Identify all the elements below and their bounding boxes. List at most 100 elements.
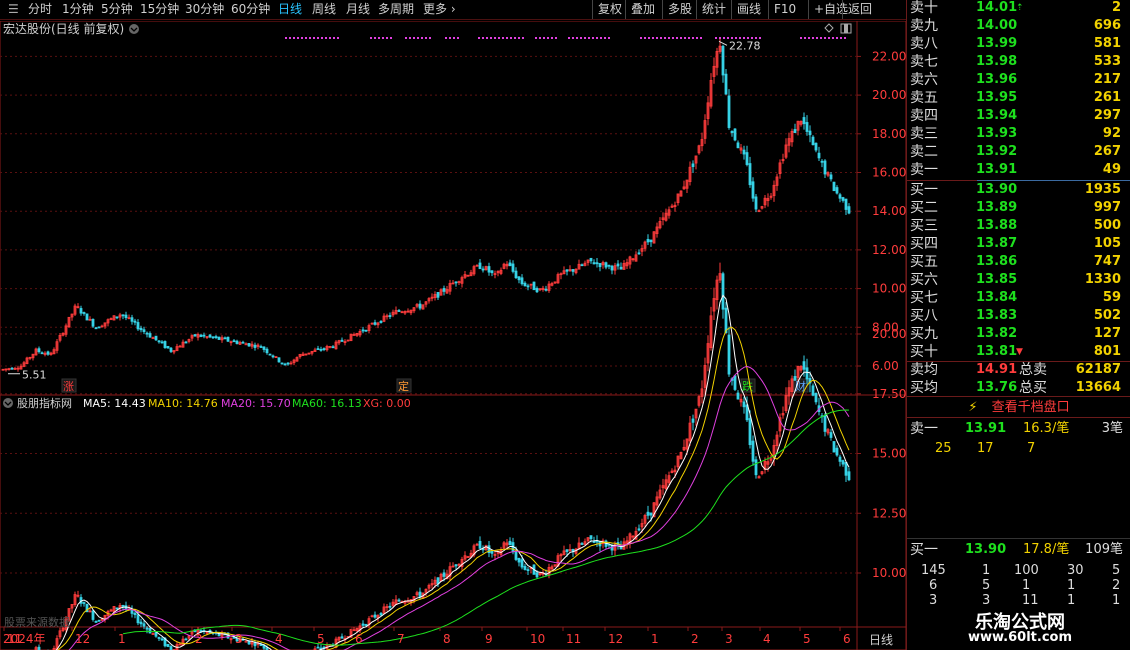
view-order-queue-button[interactable]: ⚡ 查看千档盘口 bbox=[907, 396, 1130, 418]
bid-level-2[interactable]: 买二 13.89 997 bbox=[907, 199, 1130, 217]
candle-body bbox=[331, 346, 335, 349]
date-label: 6 bbox=[843, 632, 851, 646]
ask-level-7[interactable]: 卖四 13.94 297 bbox=[907, 107, 1130, 125]
bid-level-3[interactable]: 买三 13.88 500 bbox=[907, 217, 1130, 235]
signal-dot bbox=[824, 37, 826, 39]
candle-body bbox=[85, 313, 89, 321]
bid-level-10[interactable]: 买十 13.81 801 ▼ bbox=[907, 343, 1130, 361]
ask-level-3[interactable]: 卖八 13.99 581 bbox=[907, 35, 1130, 53]
ind-candle-body bbox=[847, 471, 851, 481]
bid-level-9[interactable]: 买九 13.82 127 bbox=[907, 325, 1130, 343]
period-tab-3[interactable]: 15分钟 bbox=[140, 0, 179, 19]
ind-candle-body bbox=[580, 543, 584, 545]
candle-body bbox=[142, 329, 146, 333]
period-tab-5[interactable]: 60分钟 bbox=[231, 0, 270, 19]
signal-dot bbox=[692, 37, 694, 39]
ask-level-8[interactable]: 卖三 13.93 92 bbox=[907, 125, 1130, 143]
toolbar-button-1[interactable]: 叠加 bbox=[625, 0, 655, 19]
price-tick: 14.00 bbox=[872, 204, 906, 218]
period-tab-7[interactable]: 周线 bbox=[312, 0, 336, 19]
toolbar-button-3[interactable]: 统计 bbox=[696, 0, 726, 19]
date-label: 1 bbox=[118, 632, 126, 646]
ask-level-6[interactable]: 卖五 13.95 261 bbox=[907, 89, 1130, 107]
toolbar-button-4[interactable]: 画线 bbox=[731, 0, 761, 19]
signal-dot bbox=[551, 37, 553, 39]
bid-level-4[interactable]: 买四 13.87 105 bbox=[907, 235, 1130, 253]
ind-candle-body bbox=[97, 619, 101, 622]
ask-price: 13.93 bbox=[976, 126, 1018, 141]
stock-title[interactable]: 宏达股份(日线 前复权) bbox=[3, 21, 124, 36]
date-label: 10 bbox=[530, 632, 545, 646]
ind-candle-body bbox=[637, 528, 641, 531]
bid-level-6[interactable]: 买六 13.85 1330 bbox=[907, 271, 1130, 289]
period-tab-2[interactable]: 5分钟 bbox=[101, 0, 133, 19]
signal-dot bbox=[688, 37, 690, 39]
candle-body bbox=[754, 196, 758, 210]
candle-body bbox=[121, 314, 125, 317]
candle-body bbox=[46, 351, 50, 355]
ind-candle-body bbox=[139, 621, 143, 625]
candle-body bbox=[166, 345, 170, 349]
ask-level-4[interactable]: 卖七 13.98 533 bbox=[907, 53, 1130, 71]
period-tab-10[interactable]: 更多 › bbox=[423, 0, 456, 19]
candle-body bbox=[124, 314, 128, 319]
signal-dot bbox=[409, 37, 411, 39]
menu-icon[interactable]: ☰ bbox=[8, 0, 19, 19]
title-dropdown-icon[interactable] bbox=[129, 24, 139, 34]
candle-body bbox=[163, 341, 167, 348]
candle-body bbox=[823, 160, 827, 175]
candle-body bbox=[160, 341, 164, 344]
candle-body bbox=[565, 269, 569, 272]
toolbar-button-7[interactable]: 返回 bbox=[842, 0, 872, 19]
ind-candle-body bbox=[169, 646, 173, 650]
signal-dot bbox=[676, 37, 678, 39]
ind-candle-body bbox=[829, 432, 833, 438]
period-tab-9[interactable]: 多周期 bbox=[378, 0, 414, 19]
ma60-line bbox=[122, 409, 850, 646]
candle-body bbox=[361, 329, 365, 332]
ask-level-2[interactable]: 卖九 14.00 696 bbox=[907, 17, 1130, 35]
period-tab-4[interactable]: 30分钟 bbox=[185, 0, 224, 19]
signal-dot bbox=[317, 37, 319, 39]
ind-candle-body bbox=[148, 628, 152, 634]
bid-level-8[interactable]: 买八 13.83 502 bbox=[907, 307, 1130, 325]
candle-body bbox=[589, 257, 593, 262]
site-watermark: 乐淘公式网 www.60lt.com bbox=[910, 604, 1130, 650]
queue-buy1-per: 17.8/笔 bbox=[1023, 542, 1070, 557]
buy-queue-order: 1 bbox=[1067, 578, 1076, 593]
bid-level-1[interactable]: 买一 13.90 1935 bbox=[907, 181, 1130, 199]
window-icon[interactable] bbox=[840, 23, 852, 34]
period-tab-6[interactable]: 日线 bbox=[278, 0, 302, 19]
kline-chart[interactable]: 22.785.51涨定跌财 股朋指标网 MA5: 14.43 MA10: 14.76… bbox=[0, 21, 906, 650]
ask-level-1[interactable]: 卖十 14.01 2 ⇡ bbox=[907, 0, 1130, 17]
right-panel: 卖十 14.01 2 ⇡ 卖九 14.00 696 卖八 13.99 581 卖七 13.98 533 卖… bbox=[906, 0, 1130, 650]
candle-body bbox=[265, 348, 269, 354]
diamond-icon[interactable] bbox=[824, 23, 834, 33]
toolbar-button-5[interactable]: F10 bbox=[768, 0, 796, 19]
date-label: 3 bbox=[235, 632, 243, 646]
indicator-dropdown-icon[interactable] bbox=[3, 398, 13, 408]
ind-candle-body bbox=[82, 602, 86, 604]
toolbar-button-2[interactable]: 多股 bbox=[662, 0, 692, 19]
candle-body bbox=[580, 264, 584, 267]
period-tab-8[interactable]: 月线 bbox=[346, 0, 370, 19]
ask-volume: 267 bbox=[1093, 144, 1121, 159]
signal-dot bbox=[812, 37, 814, 39]
period-tab-1[interactable]: 1分钟 bbox=[62, 0, 94, 19]
bid-level-5[interactable]: 买五 13.86 747 bbox=[907, 253, 1130, 271]
ask-level-5[interactable]: 卖六 13.96 217 bbox=[907, 71, 1130, 89]
candle-body bbox=[253, 344, 257, 348]
ask-level-9[interactable]: 卖二 13.92 267 bbox=[907, 143, 1130, 161]
ask-level-10[interactable]: 卖一 13.91 49 bbox=[907, 161, 1130, 179]
bid-level-7[interactable]: 买七 13.84 59 bbox=[907, 289, 1130, 307]
toolbar-button-0[interactable]: 复权 bbox=[592, 0, 622, 19]
signal-dot bbox=[804, 37, 806, 39]
candle-body bbox=[814, 142, 818, 151]
sell-queue-order: 7 bbox=[1027, 441, 1036, 456]
ind-candle-body bbox=[145, 627, 149, 630]
candle-body bbox=[37, 348, 41, 353]
signal-dot bbox=[832, 37, 834, 39]
candle-body bbox=[793, 129, 797, 134]
total-buy-value: 13664 bbox=[1075, 380, 1121, 395]
period-tab-0[interactable]: 分时 bbox=[28, 0, 52, 19]
